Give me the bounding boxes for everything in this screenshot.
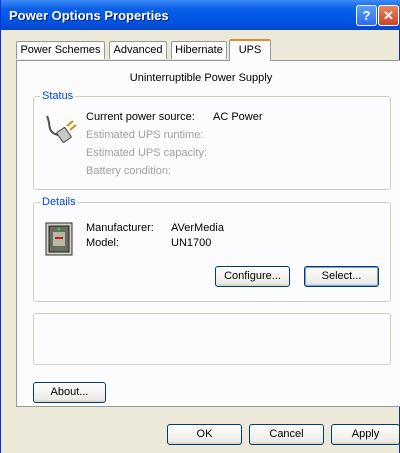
current-power-source-label: Current power source: [86, 111, 195, 123]
manufacturer-value: AVerMedia [171, 222, 224, 234]
title-bar[interactable]: Power Options Properties ? ✕ [1, 0, 400, 30]
tab-advanced[interactable]: Advanced [109, 41, 167, 59]
apply-button[interactable]: Apply [331, 424, 400, 445]
help-button[interactable]: ? [356, 5, 377, 26]
model-label: Model: [86, 237, 120, 249]
window-title: Power Options Properties [9, 8, 169, 23]
ups-device-icon [45, 222, 73, 256]
ups-heading: Uninterruptible Power Supply [129, 72, 273, 84]
cancel-button[interactable]: Cancel [249, 424, 324, 445]
battery-condition-label: Battery condition: [86, 165, 171, 177]
manufacturer-label: Manufacturer: [86, 222, 154, 234]
model-value: UN1700 [171, 237, 212, 249]
power-options-window: Power Options Properties ? ✕ Power Schem… [0, 0, 400, 453]
details-group: Details [33, 196, 391, 302]
tab-hibernate[interactable]: Hibernate [171, 41, 227, 59]
current-power-source-value: AC Power [213, 111, 263, 123]
tab-ups[interactable]: UPS [229, 39, 271, 61]
about-button[interactable]: About... [33, 382, 106, 403]
status-legend: Status [40, 90, 76, 102]
estimated-runtime-label: Estimated UPS runtime: [86, 129, 204, 141]
ok-button[interactable]: OK [167, 424, 242, 445]
configure-button[interactable]: Configure... [215, 266, 290, 287]
estimated-capacity-label: Estimated UPS capacity: [86, 147, 208, 159]
ups-message-area [33, 313, 391, 365]
tab-power-schemes[interactable]: Power Schemes [16, 41, 105, 59]
details-legend: Details [40, 196, 78, 208]
close-button[interactable]: ✕ [378, 5, 399, 26]
power-plug-icon [46, 115, 77, 143]
select-button[interactable]: Select... [304, 266, 379, 287]
